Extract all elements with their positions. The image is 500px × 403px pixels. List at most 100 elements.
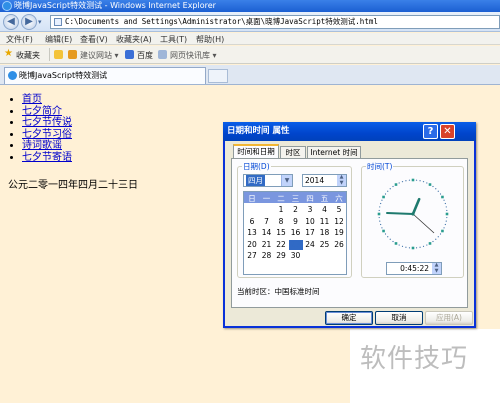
clock-minute-hand [386, 212, 414, 215]
menu-file[interactable]: 文件(F) [6, 34, 33, 45]
tab-internet-time[interactable]: Internet 时间 [307, 146, 361, 158]
dialog-title-bar[interactable]: 日期和时间 属性 [223, 122, 476, 141]
calendar-day[interactable]: 9 [289, 217, 303, 227]
history-dropdown-icon[interactable]: ▾ [38, 18, 42, 26]
calendar-day[interactable]: 30 [289, 251, 303, 261]
ok-button[interactable]: 确定 [325, 311, 373, 325]
date-group-label: 日期(D) [242, 161, 271, 172]
calendar-day[interactable]: 28 [260, 251, 274, 261]
close-button[interactable]: ✕ [440, 124, 455, 139]
back-button[interactable]: ◀ [3, 14, 19, 30]
help-button[interactable]: ? [423, 124, 438, 139]
clock-minute-marker [444, 202, 446, 205]
clock-minute-marker [437, 236, 439, 238]
calendar-day[interactable]: 13 [245, 228, 259, 238]
clock-minute-marker [432, 240, 434, 243]
time-input[interactable]: 0:45:22 ▲ ▼ [386, 262, 442, 275]
menu-edit[interactable]: 编辑(E) [45, 34, 72, 45]
calendar-day[interactable]: 21 [260, 240, 274, 250]
calendar-day[interactable]: 15 [274, 228, 288, 238]
clock-hour-marker [411, 246, 415, 250]
clock-minute-marker [398, 182, 400, 184]
clock-minute-marker [381, 199, 383, 201]
menu-help[interactable]: 帮助(H) [196, 34, 224, 45]
calendar-day[interactable]: 19 [332, 228, 346, 238]
clock-minute-marker [380, 202, 382, 205]
calendar-day[interactable]: 16 [289, 228, 303, 238]
clock-minute-marker [387, 236, 389, 238]
month-value: 四月 [246, 175, 265, 186]
address-bar: ◀ ▶ ▾ C:\Documents and Settings\Administ… [0, 12, 500, 32]
window-title: 晓博JavaScript特效测试 - Windows Internet Expl… [14, 1, 216, 10]
web-slice-link[interactable]: 网页快讯库 ▾ [170, 50, 217, 61]
suggested-sites-icon [68, 50, 77, 59]
favorites-button[interactable]: 收藏夹 [16, 50, 40, 61]
year-spinner[interactable]: 2014 ▲ ▼ [302, 174, 347, 187]
forward-button[interactable]: ▶ [21, 14, 37, 30]
calendar-day-selected[interactable]: 23 [288, 239, 303, 250]
tab-timezone[interactable]: 时区 [280, 146, 306, 158]
calendar-day[interactable]: 14 [260, 228, 274, 238]
nav-link-poems[interactable]: 诗词歌谣 [22, 140, 62, 151]
calendar-day[interactable]: 22 [274, 240, 288, 250]
apply-button[interactable]: 应用(A) [425, 311, 473, 325]
clock-minute-marker [419, 246, 421, 248]
calendar-day[interactable]: 10 [303, 217, 317, 227]
clock-minute-marker [415, 179, 418, 181]
spin-arrows-icon[interactable]: ▲ ▼ [337, 174, 346, 186]
nav-link-customs[interactable]: 七夕节习俗 [22, 129, 72, 140]
clock-minute-marker [405, 246, 407, 248]
menu-bar: 文件(F) 编辑(E) 查看(V) 收藏夹(A) 工具(T) 帮助(H) [0, 33, 500, 45]
clock-hour-marker [382, 195, 385, 199]
dialog-title: 日期和时间 属性 [227, 126, 290, 136]
clock-hour-marker [445, 212, 449, 216]
baidu-link[interactable]: 百度 [137, 50, 153, 61]
clock-minute-marker [384, 193, 387, 195]
tab-date-time[interactable]: 时间和日期 [233, 144, 279, 158]
calendar-day[interactable]: 4 [318, 205, 332, 215]
calendar-day[interactable]: 12 [332, 217, 346, 227]
calendar-day[interactable]: 7 [260, 217, 274, 227]
calendar-day[interactable]: 1 [274, 205, 288, 215]
time-group: 时间(T) 0:45:22 ▲ ▼ [361, 161, 464, 278]
calendar-day[interactable]: 26 [332, 240, 346, 250]
month-select[interactable]: 四月 ▼ [243, 174, 293, 187]
calendar-day[interactable]: 6 [245, 217, 259, 227]
menu-view[interactable]: 查看(V) [80, 34, 108, 45]
clock-minute-marker [432, 185, 434, 188]
clock-minute-marker [387, 190, 389, 192]
calendar-day[interactable]: 27 [245, 251, 259, 261]
cancel-button[interactable]: 取消 [375, 311, 423, 325]
menu-favorites[interactable]: 收藏夹(A) [116, 34, 152, 45]
calendar-day[interactable]: 11 [318, 217, 332, 227]
calendar-day[interactable]: 24 [303, 240, 317, 250]
nav-link-wishes[interactable]: 七夕节寄语 [22, 152, 72, 163]
calendar-day[interactable]: 20 [245, 240, 259, 250]
nav-link-intro[interactable]: 七夕简介 [22, 106, 62, 117]
add-favorite-icon[interactable] [54, 50, 63, 59]
watermark: 软件技巧 [350, 329, 500, 403]
clock-minute-marker [415, 247, 418, 249]
chevron-down-icon[interactable]: ▼ [281, 175, 292, 186]
calendar-day[interactable]: 5 [332, 205, 346, 215]
calendar-day[interactable]: 25 [318, 240, 332, 250]
clock-hour-marker [411, 178, 415, 182]
calendar-day[interactable]: 3 [303, 205, 317, 215]
calendar-day[interactable]: 2 [289, 205, 303, 215]
new-tab-button[interactable] [208, 69, 228, 83]
calendar-day[interactable]: 17 [303, 228, 317, 238]
weekday-label: 五 [320, 194, 329, 203]
menu-tools[interactable]: 工具(T) [160, 34, 187, 45]
url-input[interactable]: C:\Documents and Settings\Administrator\… [50, 15, 500, 29]
spin-arrows-icon[interactable]: ▲ ▼ [432, 262, 441, 274]
clock-minute-marker [389, 188, 391, 190]
favorites-bar: ★ 收藏夹 建议网站 ▾ 百度 网页快讯库 ▾ [0, 46, 500, 64]
nav-link-home[interactable]: 首页 [22, 94, 42, 105]
calendar-day[interactable]: 8 [274, 217, 288, 227]
calendar-day[interactable]: 18 [318, 228, 332, 238]
calendar-day[interactable]: 29 [274, 251, 288, 261]
nav-link-legend[interactable]: 七夕节传说 [22, 117, 72, 128]
tab-current[interactable]: 晓博JavaScript特效测试 [4, 67, 206, 84]
clock-minute-marker [443, 227, 445, 229]
suggested-sites-link[interactable]: 建议网站 ▾ [80, 50, 119, 61]
